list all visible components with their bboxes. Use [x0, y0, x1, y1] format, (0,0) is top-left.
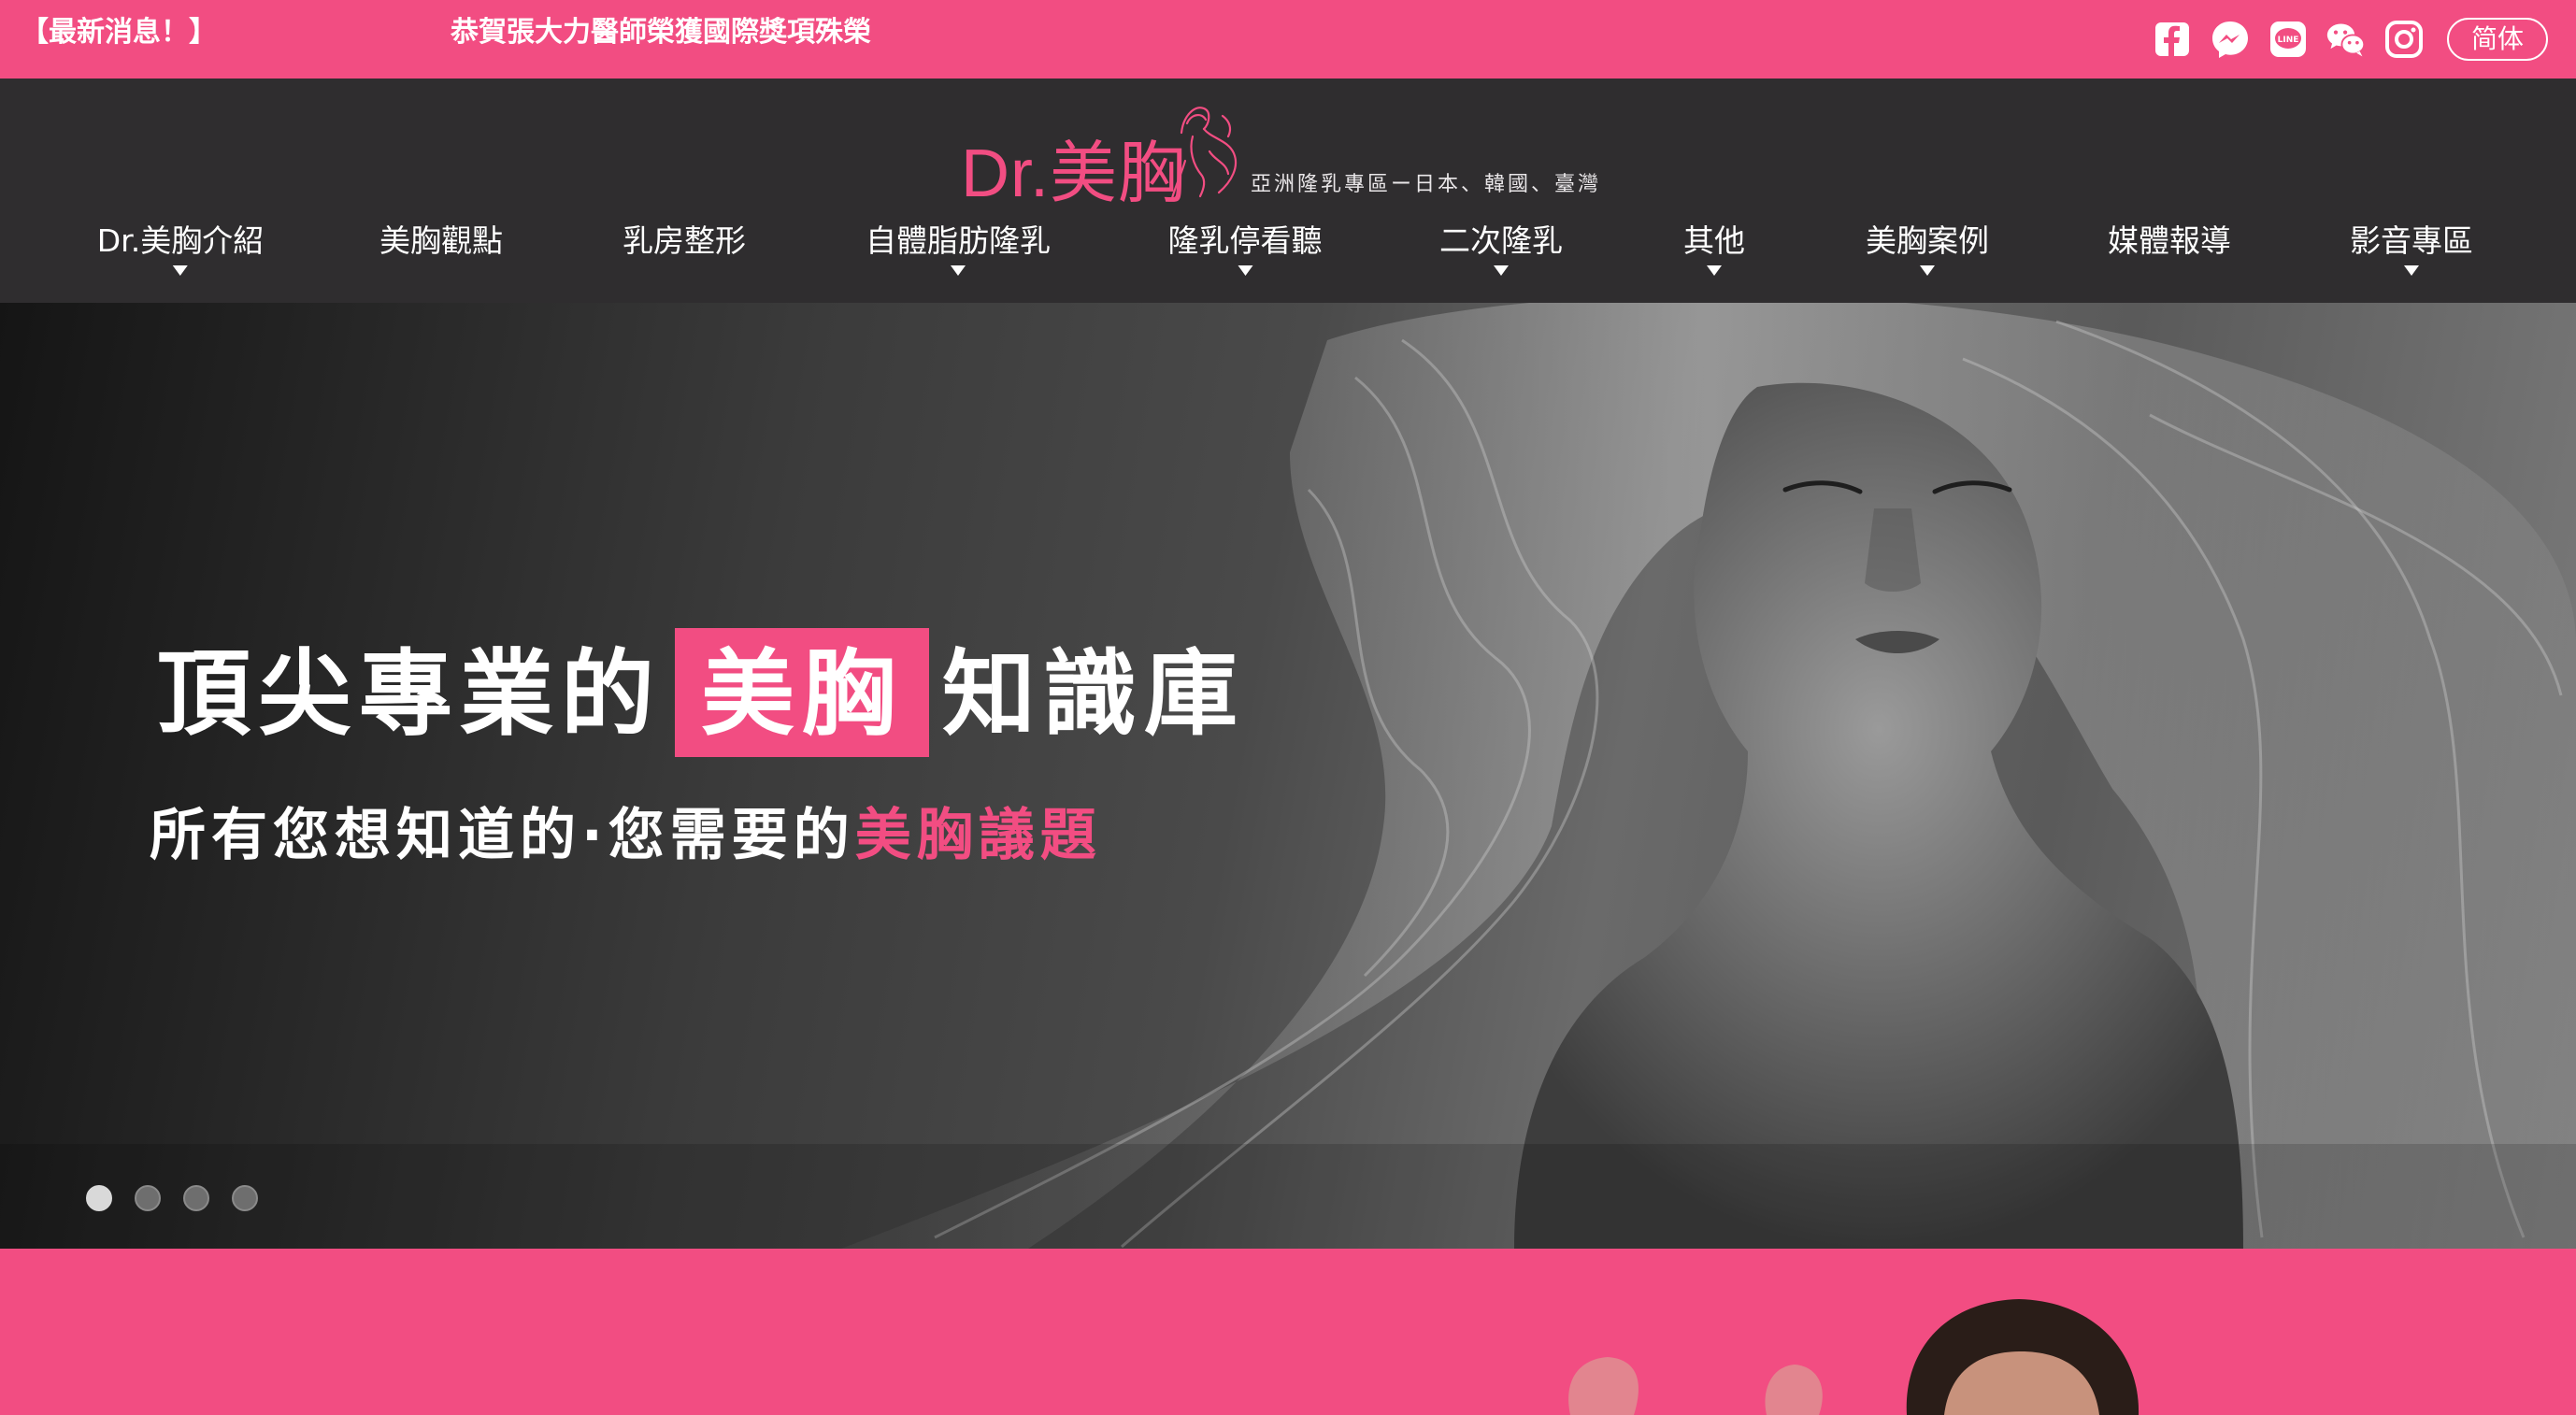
nav-item-other[interactable]: 其他 — [1683, 219, 1745, 276]
nav-item-media[interactable]: 媒體報導 — [2108, 219, 2231, 264]
nav-item-label: 隆乳停看聽 — [1167, 222, 1323, 259]
wechat-icon[interactable] — [2326, 19, 2367, 60]
messenger-icon[interactable] — [2210, 19, 2251, 60]
slider-dot-4[interactable] — [232, 1185, 258, 1211]
news-label: 【最新消息！】 — [21, 16, 217, 49]
nav-item-videos[interactable]: 影音專區 — [2350, 219, 2473, 276]
nav-item-cases[interactable]: 美胸案例 — [1866, 219, 1989, 276]
social-links: LINE 简体 — [2152, 9, 2548, 69]
facebook-icon[interactable] — [2152, 19, 2193, 60]
nav-item-dr-intro[interactable]: Dr.美胸介紹 — [97, 219, 264, 276]
hero-title-pre: 頂尖專業的 — [157, 639, 662, 749]
main-nav: Dr.美胸介紹 美胸觀點 乳房整形 自體脂肪隆乳 隆乳停看聽 二次隆乳 其他 美… — [0, 219, 2576, 293]
line-icon[interactable]: LINE — [2268, 19, 2309, 60]
nav-item-revision[interactable]: 二次隆乳 — [1439, 219, 1563, 276]
caret-down-icon — [1707, 265, 1722, 276]
news-ticker-link[interactable]: 恭賀張大力醫師榮獲國際獎項殊榮 — [451, 13, 871, 52]
caret-down-icon — [1494, 265, 1509, 276]
hero-title-highlight: 美胸 — [675, 628, 929, 757]
hero-subtitle-highlight: 美胸議題 — [854, 803, 1102, 868]
caret-down-icon — [951, 265, 966, 276]
hero-subtitle: 所有您想知道的·您需要的美胸議題 — [150, 798, 1102, 873]
nav-item-label: 媒體報導 — [2108, 222, 2231, 259]
nav-item-label: 其他 — [1683, 222, 1745, 259]
site-logo[interactable]: Dr.美胸 亞洲隆乳專區ー日本、韓國、臺灣 — [953, 95, 1626, 211]
slider-pagination — [86, 1185, 258, 1211]
hero-title-post: 知識庫 — [942, 639, 1245, 749]
svg-text:LINE: LINE — [2278, 36, 2299, 45]
hero-subtitle-pre: 所有您想知道的·您需要的 — [150, 803, 855, 868]
nav-item-label: 二次隆乳 — [1439, 222, 1563, 259]
nav-item-label: 自體脂肪隆乳 — [866, 222, 1051, 259]
hero-slider[interactable]: 頂尖專業的 美胸 知識庫 所有您想知道的·您需要的美胸議題 — [0, 303, 2576, 1249]
caret-down-icon — [1920, 265, 1935, 276]
hero-title: 頂尖專業的 美胸 知識庫 — [157, 628, 1245, 757]
nav-item-augmentation-guide[interactable]: 隆乳停看聽 — [1168, 219, 1323, 276]
caret-down-icon — [172, 265, 188, 276]
nav-item-label: Dr.美胸介紹 — [96, 222, 265, 259]
doctor-intro-section — [0, 1249, 2576, 1415]
site-header: Dr.美胸 亞洲隆乳專區ー日本、韓國、臺灣 Dr.美胸介紹 美胸觀點 乳房整形 — [0, 79, 2576, 303]
caret-down-icon — [1238, 265, 1252, 276]
nav-item-breast-surgery[interactable]: 乳房整形 — [623, 219, 746, 264]
instagram-icon[interactable] — [2383, 19, 2425, 60]
announcement-bar: 【最新消息！】 恭賀張大力醫師榮獲國際獎項殊榮 LINE 简体 — [0, 0, 2576, 79]
simplified-chinese-button[interactable]: 简体 — [2446, 18, 2548, 61]
slider-dot-1[interactable] — [86, 1185, 112, 1211]
nav-item-fat-grafting[interactable]: 自體脂肪隆乳 — [866, 219, 1051, 276]
logo-figure-icon — [1170, 107, 1238, 200]
nav-item-viewpoints[interactable]: 美胸觀點 — [379, 219, 503, 264]
caret-down-icon — [2404, 265, 2419, 276]
nav-item-label: 美胸案例 — [1866, 222, 1989, 259]
nav-item-label: 乳房整形 — [623, 222, 746, 259]
slider-dot-3[interactable] — [183, 1185, 209, 1211]
nav-item-label: 影音專區 — [2350, 222, 2473, 259]
logo-text: Dr.美胸 — [961, 136, 1187, 211]
logo-tagline: 亞洲隆乳專區ー日本、韓國、臺灣 — [1251, 173, 1602, 196]
doctor-photo — [1568, 1299, 2140, 1415]
slider-dot-2[interactable] — [135, 1185, 161, 1211]
nav-item-label: 美胸觀點 — [379, 222, 503, 259]
hero-photo — [0, 303, 2576, 1249]
